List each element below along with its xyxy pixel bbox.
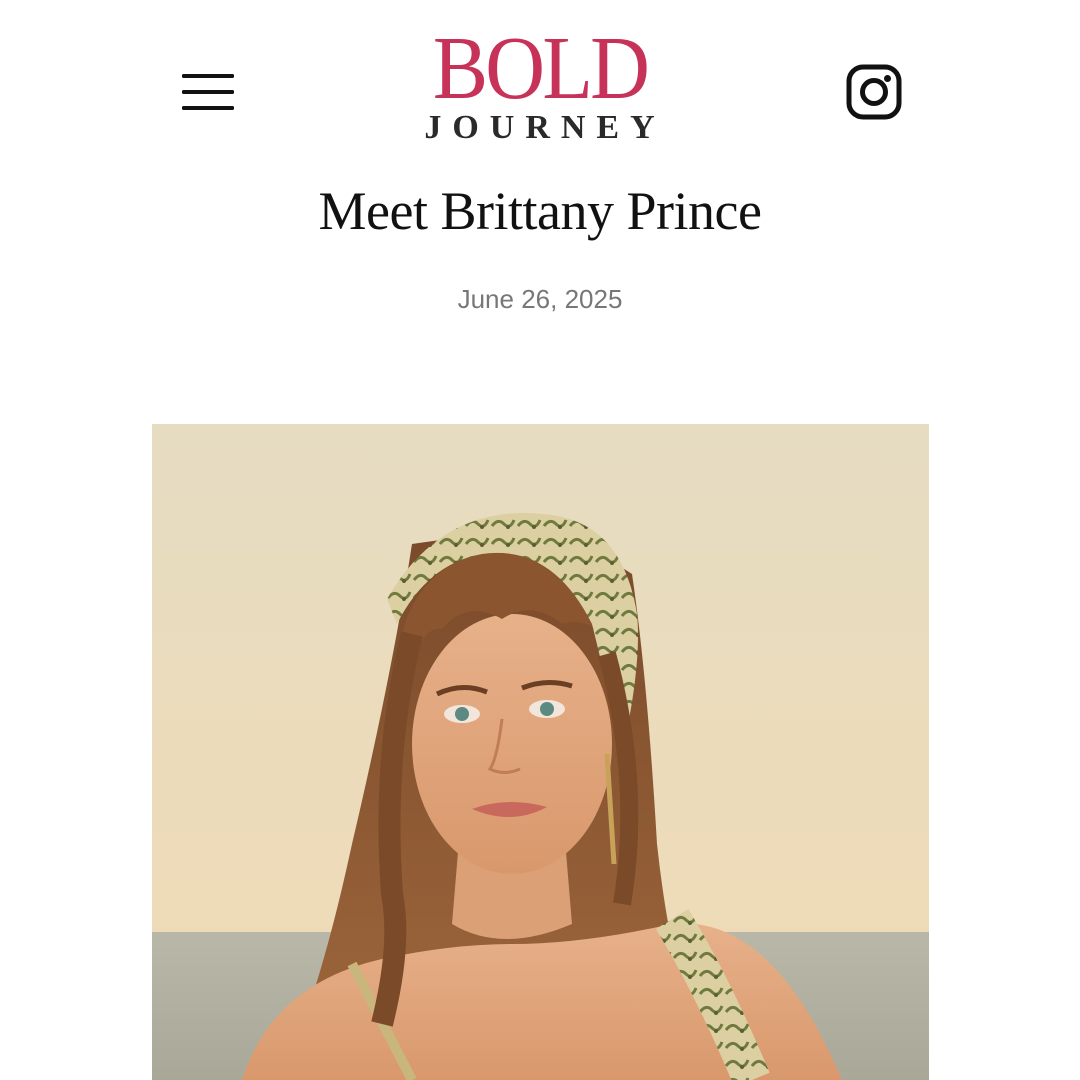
post-date: June 26, 2025	[457, 284, 623, 314]
hamburger-menu-icon	[182, 74, 234, 110]
instagram-link[interactable]	[844, 62, 904, 122]
logo-wordmark-bold: BOLD	[432, 19, 650, 118]
page-title: Meet Brittany Prince	[318, 181, 762, 241]
menu-button[interactable]	[180, 70, 236, 114]
hero-image	[152, 424, 929, 1080]
portrait-photo	[152, 424, 929, 1080]
site-logo[interactable]: BOLD JOURNEY	[400, 19, 680, 148]
instagram-icon	[846, 64, 902, 120]
